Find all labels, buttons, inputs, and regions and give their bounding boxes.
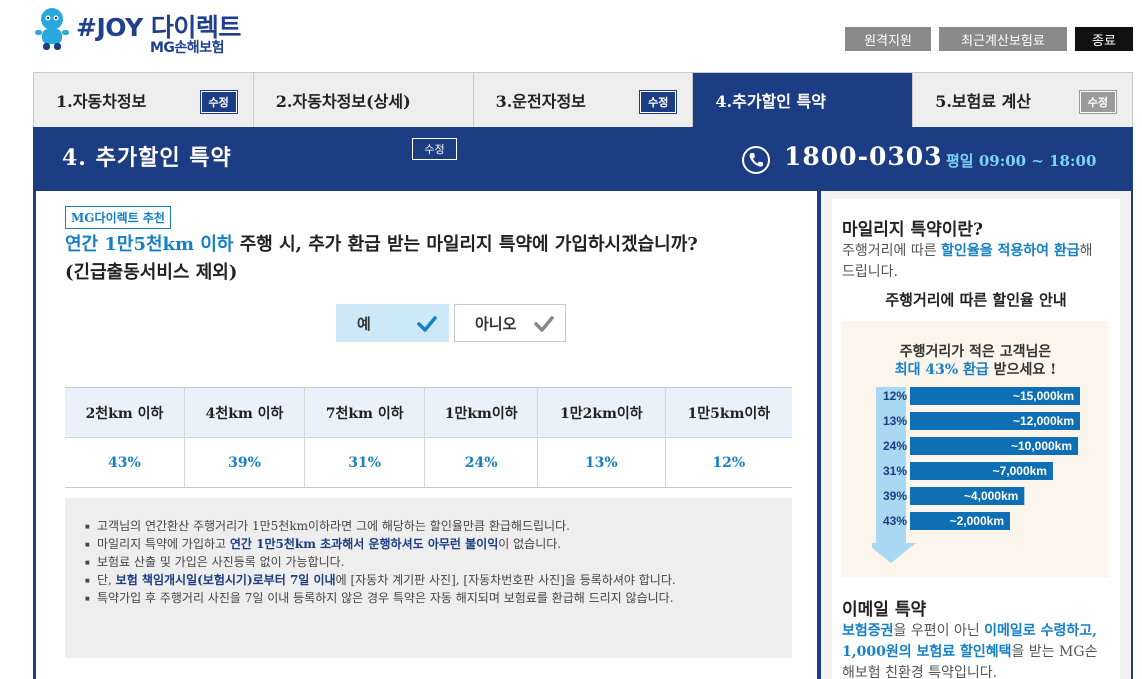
- notice-emphasis: 보험 책임개시일(보험시기)로부터 7일 이내: [115, 573, 336, 587]
- bar-category-label: ~12,000km: [1013, 414, 1074, 428]
- tab-label: 3.운전자정보: [495, 92, 586, 111]
- check-icon: [534, 316, 554, 332]
- no-option-button[interactable]: 아니오: [454, 304, 566, 342]
- mileage-description: 주행거리에 따른 할인율을 적용하여 환급해드립니다.: [842, 241, 1104, 283]
- rate-cell: 39%: [184, 437, 306, 488]
- bar-value-label: 13%: [883, 414, 907, 428]
- table-header-cell: 4천km 이하: [184, 387, 306, 438]
- rate-cell: 43%: [65, 437, 185, 488]
- tab-car-detail[interactable]: 2.자동차정보(상세): [253, 73, 474, 127]
- rate-cell: 12%: [665, 437, 792, 488]
- discount-bar-chart: ~15,000km 12% ~12,000km 13% ~10,000km 24% ~7,0…: [872, 387, 1080, 563]
- bar-category-label: ~15,000km: [1013, 389, 1074, 403]
- table-header-row: 2천km 이하 4천km 이하 7천km 이하 1만km이하 1만2km이하 1…: [65, 387, 792, 438]
- table-row: 43% 39% 31% 24% 13% 12%: [65, 437, 792, 488]
- main-panel: MG다이렉트 추천 연간 1만5천km 이하 주행 시, 추가 환급 받는 마일…: [36, 191, 817, 679]
- mileage-title: 마일리지 특약이란?: [842, 220, 983, 240]
- content-frame: MG다이렉트 추천 연간 1만5천km 이하 주행 시, 추가 환급 받는 마일…: [33, 189, 1133, 679]
- question-text: 주행 시, 추가 환급 받는 마일리지 특약에 가입하시겠습니까?: [233, 234, 698, 255]
- email-title: 이메일 특약: [842, 600, 927, 620]
- bar-value-label: 39%: [883, 489, 907, 503]
- guide-line-2: 최대 43% 환급 받으세요 !: [842, 359, 1109, 379]
- business-hours: 평일 09:00 ~ 18:00: [946, 152, 1097, 170]
- notice-text: 에 [자동차 계기판 사진], [자동차번호판 사진]을 등록하셔야 합니다.: [335, 573, 676, 587]
- remote-support-button[interactable]: 원격지원: [845, 27, 931, 51]
- rate-cell: 24%: [424, 437, 539, 488]
- guide-line-1: 주행거리가 적은 고객님은: [899, 344, 1052, 360]
- bar-category-label: ~7,000km: [993, 464, 1047, 478]
- tab-driver-info[interactable]: 3.운전자정보 수정: [473, 73, 694, 127]
- section-header: 4. 추가할인 특약 수정 1800-0303 평일 09:00 ~ 18:00: [33, 127, 1133, 189]
- tab-discount-rider[interactable]: 4.추가할인 특약: [693, 73, 914, 127]
- recommend-badge: MG다이렉트 추천: [65, 206, 171, 229]
- side-panel: 마일리지 특약이란? 주행거리에 따른 할인율을 적용하여 환급해드립니다. 주…: [821, 191, 1131, 679]
- bar-category-label: ~10,000km: [1011, 439, 1072, 453]
- tab-label: 4.추가할인 특약: [715, 92, 826, 111]
- desc-emphasis: 할인율을 적용하여 환급: [941, 243, 1080, 259]
- step-tabs: 1.자동차정보 수정 2.자동차정보(상세) 3.운전자정보 수정 4.추가할인…: [33, 72, 1133, 127]
- table-header-cell: 2천km 이하: [65, 387, 185, 438]
- guide-emphasis: 최대 43% 환급: [894, 362, 989, 378]
- section-edit-button[interactable]: 수정: [412, 138, 457, 160]
- notice-text: 마일리지 특약에 가입하고: [97, 537, 230, 551]
- question-highlight: 연간 1만5천km 이하: [65, 234, 234, 255]
- phone-number: 1800-0303: [784, 142, 943, 171]
- section-title: 4. 추가할인 특약: [62, 145, 232, 171]
- table-header-cell: 1만km이하: [424, 387, 539, 438]
- rate-cell: 31%: [304, 437, 426, 488]
- table-header-cell: 1만5km이하: [665, 387, 792, 438]
- recent-quote-button[interactable]: 최근계산보험료: [939, 27, 1067, 51]
- brand-subtitle: MG손해보험: [150, 40, 224, 56]
- notice-emphasis: 연간 1만5천km 초과해서 운행하셔도 아무런 불이익: [229, 537, 499, 551]
- bar-category-label: ~2,000km: [950, 514, 1004, 528]
- bar-value-label: 31%: [883, 464, 907, 478]
- bar-category-label: ~4,000km: [964, 489, 1018, 503]
- notice-text: 고객님의 연간환산 주행거리가 1만5천km이하라면 그에 해당하는 할인율만큼…: [97, 519, 570, 533]
- tab-car-info[interactable]: 1.자동차정보 수정: [34, 73, 254, 127]
- list-item: 특약가입 후 주행거리 사진을 7일 이내 등록하지 않은 경우 특약은 자동 …: [85, 590, 768, 607]
- notice-text: 특약가입 후 주행거리 사진을 7일 이내 등록하지 않은 경우 특약은 자동 …: [97, 591, 674, 605]
- phone-icon: [742, 146, 770, 174]
- yes-option-button[interactable]: 예: [336, 304, 449, 342]
- bar-value-label: 43%: [883, 514, 907, 528]
- list-item: 고객님의 연간환산 주행거리가 1만5천km이하라면 그에 해당하는 할인율만큼…: [85, 518, 768, 535]
- guide-text: 받으세요 !: [988, 362, 1057, 378]
- question-note: (긴급출동서비스 제외): [65, 262, 238, 283]
- desc-text: 을 우편이 아닌: [893, 623, 985, 639]
- brand-logo[interactable]: #JOY 다이렉트 MG손해보험: [32, 6, 272, 56]
- list-item: 보험료 산출 및 가입은 사진등록 없이 가능합니다.: [85, 554, 768, 571]
- edit-badge[interactable]: 수정: [199, 90, 238, 114]
- bar-value-label: 12%: [883, 389, 907, 403]
- list-item: 마일리지 특약에 가입하고 연간 1만5천km 초과해서 운행하셔도 아무런 불…: [85, 536, 768, 553]
- table-header-cell: 1만2km이하: [537, 387, 666, 438]
- table-header-cell: 7천km 이하: [304, 387, 426, 438]
- no-label: 아니오: [475, 314, 517, 333]
- desc-text: 주행거리에 따른: [842, 243, 942, 259]
- yes-label: 예: [357, 314, 371, 333]
- desc-emphasis: 보험증권: [842, 623, 894, 639]
- guide-title: 주행거리에 따른 할인율 안내: [885, 291, 1067, 309]
- tab-label: 5.보험료 계산: [935, 92, 1032, 111]
- check-icon: [417, 316, 437, 332]
- notice-text: 이 없습니다.: [498, 537, 562, 551]
- edit-badge[interactable]: 수정: [1078, 90, 1117, 114]
- email-description: 보험증권을 우편이 아닌 이메일로 수령하고, 1,000원의 보험료 할인혜택…: [842, 621, 1104, 679]
- rate-cell: 13%: [537, 437, 666, 488]
- tab-label: 1.자동차정보: [56, 92, 147, 111]
- tab-label: 2.자동차정보(상세): [275, 92, 411, 111]
- notice-text: 보험료 산출 및 가입은 사진등록 없이 가능합니다.: [97, 555, 345, 569]
- side-info-card: 마일리지 특약이란? 주행거리에 따른 할인율을 적용하여 환급해드립니다. 주…: [832, 199, 1120, 679]
- mascot-icon: [35, 8, 69, 50]
- edit-badge[interactable]: 수정: [639, 90, 678, 114]
- notice-text: 단,: [97, 573, 116, 587]
- mileage-question: 연간 1만5천km 이하 주행 시, 추가 환급 받는 마일리지 특약에 가입하…: [65, 231, 795, 287]
- tab-premium-calc[interactable]: 5.보험료 계산 수정: [913, 73, 1132, 127]
- discount-guide-box: 주행거리가 적은 고객님은 최대 43% 환급 받으세요 ! ~15,000km…: [842, 321, 1109, 577]
- discount-rate-table: 2천km 이하 4천km 이하 7천km 이하 1만km이하 1만2km이하 1…: [65, 387, 792, 488]
- list-item: 단, 보험 책임개시일(보험시기)로부터 7일 이내에 [자동차 계기판 사진]…: [85, 572, 768, 589]
- exit-button[interactable]: 종료: [1075, 27, 1133, 51]
- notice-box: 고객님의 연간환산 주행거리가 1만5천km이하라면 그에 해당하는 할인율만큼…: [65, 498, 792, 658]
- top-utility-buttons: 원격지원 최근계산보험료 종료: [845, 27, 1133, 51]
- bar-value-label: 24%: [883, 439, 907, 453]
